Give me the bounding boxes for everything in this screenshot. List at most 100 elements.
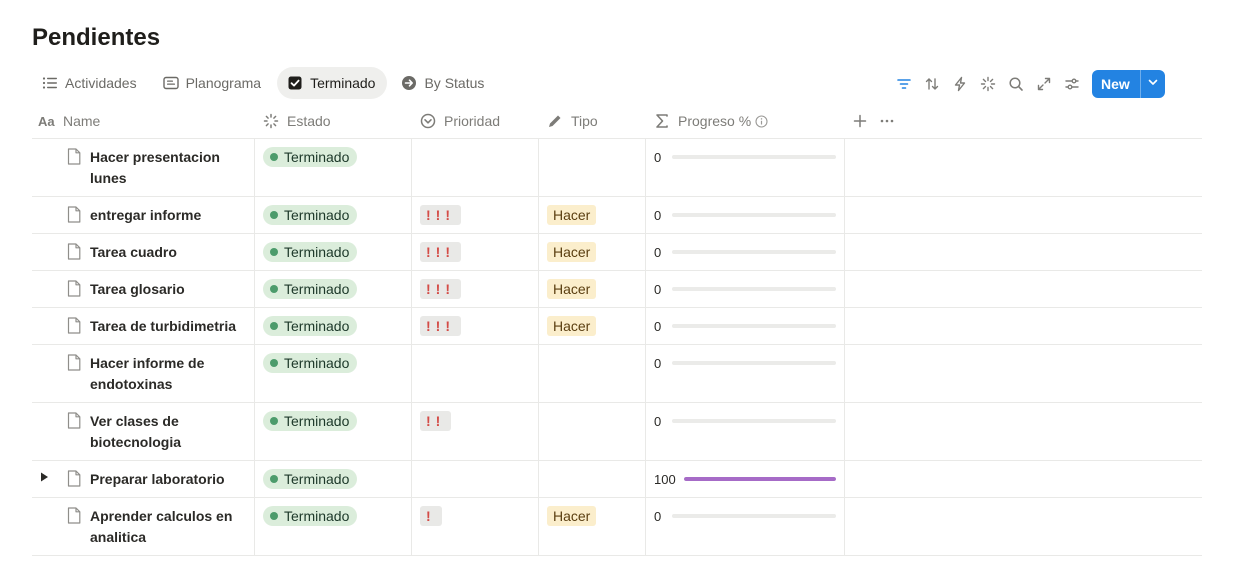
lightning-icon[interactable]: [946, 70, 974, 98]
table-row[interactable]: Hacer informe de endotoxinas Terminado 0: [32, 345, 1202, 403]
prioridad-cell[interactable]: [411, 345, 538, 402]
progreso-cell[interactable]: 0: [645, 403, 845, 460]
tab-planograma[interactable]: Planograma: [153, 67, 274, 99]
search-icon[interactable]: [1002, 70, 1030, 98]
progress-display: 0: [654, 316, 836, 336]
tipo-cell[interactable]: [538, 139, 645, 196]
status-dot: [270, 322, 278, 330]
estado-cell[interactable]: Terminado: [254, 345, 411, 402]
progreso-cell[interactable]: 0: [645, 197, 845, 233]
table-header: Aa Name Estado Prioridad Tipo Progreso %: [32, 103, 1202, 139]
estado-cell[interactable]: Terminado: [254, 197, 411, 233]
estado-cell[interactable]: Terminado: [254, 234, 411, 270]
sort-icon[interactable]: [918, 70, 946, 98]
sparkle-icon[interactable]: [974, 70, 1002, 98]
progreso-cell[interactable]: 0: [645, 345, 845, 402]
progress-display: 0: [654, 353, 836, 373]
view-tabs: Actividades Planograma Terminado By Stat…: [32, 67, 500, 99]
name-cell[interactable]: Tarea de turbidimetria: [32, 308, 254, 344]
tab-label: By Status: [424, 75, 485, 91]
column-header-progreso[interactable]: Progreso %: [645, 103, 845, 139]
table-row[interactable]: Preparar laboratorio Terminado 100: [32, 461, 1202, 498]
progress-display: 0: [654, 411, 836, 431]
status-dot: [270, 211, 278, 219]
name-cell[interactable]: entregar informe: [32, 197, 254, 233]
name-cell[interactable]: Tarea cuadro: [32, 234, 254, 270]
add-property-icon[interactable]: [853, 114, 867, 128]
estado-cell[interactable]: Terminado: [254, 308, 411, 344]
progreso-cell[interactable]: 0: [645, 271, 845, 307]
tipo-cell[interactable]: Hacer: [538, 271, 645, 307]
progreso-cell[interactable]: 0: [645, 139, 845, 196]
estado-cell[interactable]: Terminado: [254, 461, 411, 497]
column-actions: [845, 103, 1202, 139]
row-title: Tarea glosario: [90, 281, 185, 297]
more-icon[interactable]: [879, 114, 895, 128]
status-badge: Terminado: [263, 316, 358, 336]
tipo-cell[interactable]: Hacer: [538, 308, 645, 344]
table-row[interactable]: Tarea glosario Terminado !!! Hacer 0: [32, 271, 1202, 308]
progress-bar: [672, 287, 836, 291]
settings-sliders-icon[interactable]: [1058, 70, 1086, 98]
table-row[interactable]: Aprender calculos en analitica Terminado…: [32, 498, 1202, 556]
prioridad-cell[interactable]: !!: [411, 403, 538, 460]
tipo-cell[interactable]: Hacer: [538, 234, 645, 270]
prioridad-cell[interactable]: !!!: [411, 308, 538, 344]
prioridad-cell[interactable]: !!!: [411, 234, 538, 270]
table-row[interactable]: Tarea de turbidimetria Terminado !!! Hac…: [32, 308, 1202, 345]
page-icon: [66, 507, 82, 525]
row-title: Tarea de turbidimetria: [90, 318, 237, 334]
expand-icon[interactable]: [1030, 70, 1058, 98]
progress-display: 0: [654, 205, 836, 225]
status-label: Terminado: [284, 413, 350, 429]
progreso-cell[interactable]: 0: [645, 498, 845, 555]
table-row[interactable]: entregar informe Terminado !!! Hacer 0: [32, 197, 1202, 234]
table-row[interactable]: Ver clases de biotecnologia Terminado !!…: [32, 403, 1202, 461]
estado-cell[interactable]: Terminado: [254, 403, 411, 460]
tab-by-status[interactable]: By Status: [391, 67, 496, 99]
status-badge: Terminado: [263, 147, 358, 167]
name-cell[interactable]: Ver clases de biotecnologia: [32, 403, 254, 460]
progreso-cell[interactable]: 0: [645, 308, 845, 344]
name-cell[interactable]: Tarea glosario: [32, 271, 254, 307]
estado-cell[interactable]: Terminado: [254, 139, 411, 196]
pencil-icon: [546, 112, 564, 130]
column-header-tipo[interactable]: Tipo: [538, 103, 645, 139]
name-cell[interactable]: Hacer presentacion lunes: [32, 139, 254, 196]
column-header-prioridad[interactable]: Prioridad: [411, 103, 538, 139]
estado-cell[interactable]: Terminado: [254, 271, 411, 307]
progress-bar: [683, 477, 836, 481]
column-header-name[interactable]: Aa Name: [32, 103, 254, 139]
new-dropdown-button[interactable]: [1141, 70, 1165, 98]
prioridad-cell[interactable]: !: [411, 498, 538, 555]
prioridad-cell[interactable]: !!!: [411, 271, 538, 307]
database-toolbar: New: [890, 70, 1165, 98]
name-cell[interactable]: Aprender calculos en analitica: [32, 498, 254, 555]
prioridad-cell[interactable]: !!!: [411, 197, 538, 233]
tipo-cell[interactable]: Hacer: [538, 498, 645, 555]
row-title: Tarea cuadro: [90, 244, 177, 260]
table-row[interactable]: Hacer presentacion lunes Terminado 0: [32, 139, 1202, 197]
tipo-cell[interactable]: [538, 461, 645, 497]
prioridad-cell[interactable]: [411, 139, 538, 196]
prioridad-cell[interactable]: [411, 461, 538, 497]
tipo-cell[interactable]: Hacer: [538, 197, 645, 233]
name-cell[interactable]: Hacer informe de endotoxinas: [32, 345, 254, 402]
name-cell[interactable]: Preparar laboratorio: [32, 461, 254, 497]
info-icon[interactable]: [755, 114, 768, 128]
progress-value: 0: [654, 508, 662, 524]
new-button-group: New: [1092, 70, 1165, 98]
filter-icon[interactable]: [890, 70, 918, 98]
tipo-cell[interactable]: [538, 345, 645, 402]
progreso-cell[interactable]: 100: [645, 461, 845, 497]
new-button[interactable]: New: [1092, 70, 1141, 98]
progreso-cell[interactable]: 0: [645, 234, 845, 270]
tab-actividades[interactable]: Actividades: [32, 67, 149, 99]
tipo-cell[interactable]: [538, 403, 645, 460]
column-header-estado[interactable]: Estado: [254, 103, 411, 139]
table-row[interactable]: Tarea cuadro Terminado !!! Hacer 0: [32, 234, 1202, 271]
toggle-triangle-icon[interactable]: [38, 471, 50, 483]
tab-terminado[interactable]: Terminado: [277, 67, 388, 99]
tab-label: Planograma: [185, 75, 262, 91]
estado-cell[interactable]: Terminado: [254, 498, 411, 555]
